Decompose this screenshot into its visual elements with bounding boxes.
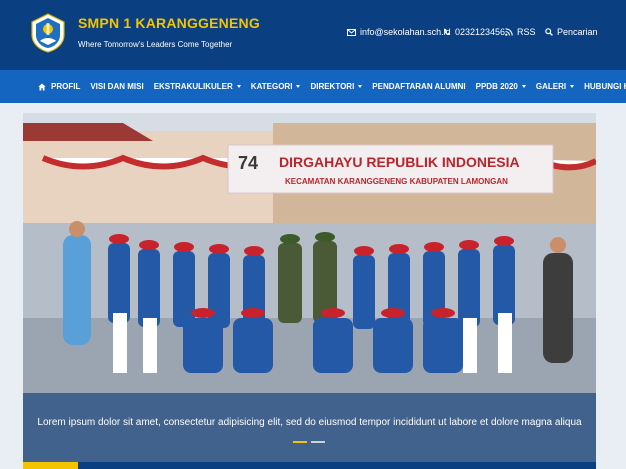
nav-item-label: VISI DAN MISI <box>90 82 144 91</box>
nav-item-label: KATEGORI <box>250 82 293 91</box>
banner-subtitle: KECAMATAN KARANGGENENG KABUPATEN LAMONGA… <box>285 177 508 186</box>
caret-down-icon <box>236 85 241 88</box>
nav-item-visi-dan-misi[interactable]: VISI DAN MISI <box>85 70 148 103</box>
email-text: info@sekolahan.sch.id <box>360 27 451 37</box>
nav-item-label: GALERI <box>535 82 567 91</box>
caret-down-icon <box>570 85 575 88</box>
nav-item-ppdb-2020[interactable]: PPDB 2020 <box>471 70 531 103</box>
nav-item-profil[interactable]: PROFIL <box>46 70 85 103</box>
nav-item-label: PENDAFTARAN ALUMNI <box>372 82 466 91</box>
phone-text: 0232123456 <box>455 27 506 37</box>
nav-item-hubungi-kami[interactable]: HUBUNGI KAMI <box>579 70 626 103</box>
search-icon <box>545 28 553 36</box>
envelope-icon <box>347 28 356 36</box>
banner-number: 74 <box>238 153 258 173</box>
content-strip-accent <box>23 462 78 469</box>
nav-item-label: EKSTRAKULIKULER <box>153 82 233 91</box>
rss-text: RSS <box>517 27 536 37</box>
slide-indicator[interactable] <box>311 441 325 443</box>
rss-link[interactable]: RSS <box>505 27 536 37</box>
slide-caption-bar <box>23 393 596 463</box>
search-link[interactable]: Pencarian <box>545 27 598 37</box>
nav-item-ekstrakulikuler[interactable]: EKSTRAKULIKULER <box>149 70 246 103</box>
banner-title: DIRGAHAYU REPUBLIK INDONESIA <box>279 154 520 170</box>
nav-item-galeri[interactable]: GALERI <box>531 70 579 103</box>
caret-down-icon <box>296 85 301 88</box>
hero-slider[interactable]: 74 DIRGAHAYU REPUBLIK INDONESIA KECAMATA… <box>23 113 596 463</box>
nav-item-label: DIREKTORI <box>310 82 355 91</box>
phone-contact[interactable]: 0232123456 <box>443 27 505 37</box>
site-tagline: Where Tomorrow's Leaders Come Together <box>78 40 233 49</box>
nav-item-label: PROFIL <box>51 82 81 91</box>
nav-item-pendaftaran-alumni[interactable]: PENDAFTARAN ALUMNI <box>367 70 470 103</box>
school-logo-icon[interactable] <box>30 13 66 53</box>
rss-icon <box>505 28 513 36</box>
caret-down-icon <box>521 85 526 88</box>
slide-caption: Lorem ipsum dolor sit amet, consectetur … <box>37 417 582 428</box>
caret-down-icon <box>358 85 363 88</box>
phone-icon <box>443 29 450 36</box>
site-title[interactable]: SMPN 1 KARANGGENENG <box>78 15 260 31</box>
nav-item-label: HUBUNGI KAMI <box>584 82 626 91</box>
nav-item-label: PPDB 2020 <box>475 82 518 91</box>
main-navbar: PROFIL VISI DAN MISI EKSTRAKULIKULER KAT… <box>0 70 626 103</box>
nav-item-kategori[interactable]: KATEGORI <box>246 70 306 103</box>
site-header: SMPN 1 KARANGGENENG Where Tomorrow's Lea… <box>0 0 626 70</box>
email-contact[interactable]: info@sekolahan.sch.id <box>347 27 451 37</box>
home-icon <box>38 83 46 90</box>
nav-home[interactable] <box>38 70 46 103</box>
slide-indicator-active[interactable] <box>293 441 307 443</box>
search-text: Pencarian <box>557 27 598 37</box>
content-strip <box>23 462 596 469</box>
nav-item-direktori[interactable]: DIREKTORI <box>305 70 367 103</box>
